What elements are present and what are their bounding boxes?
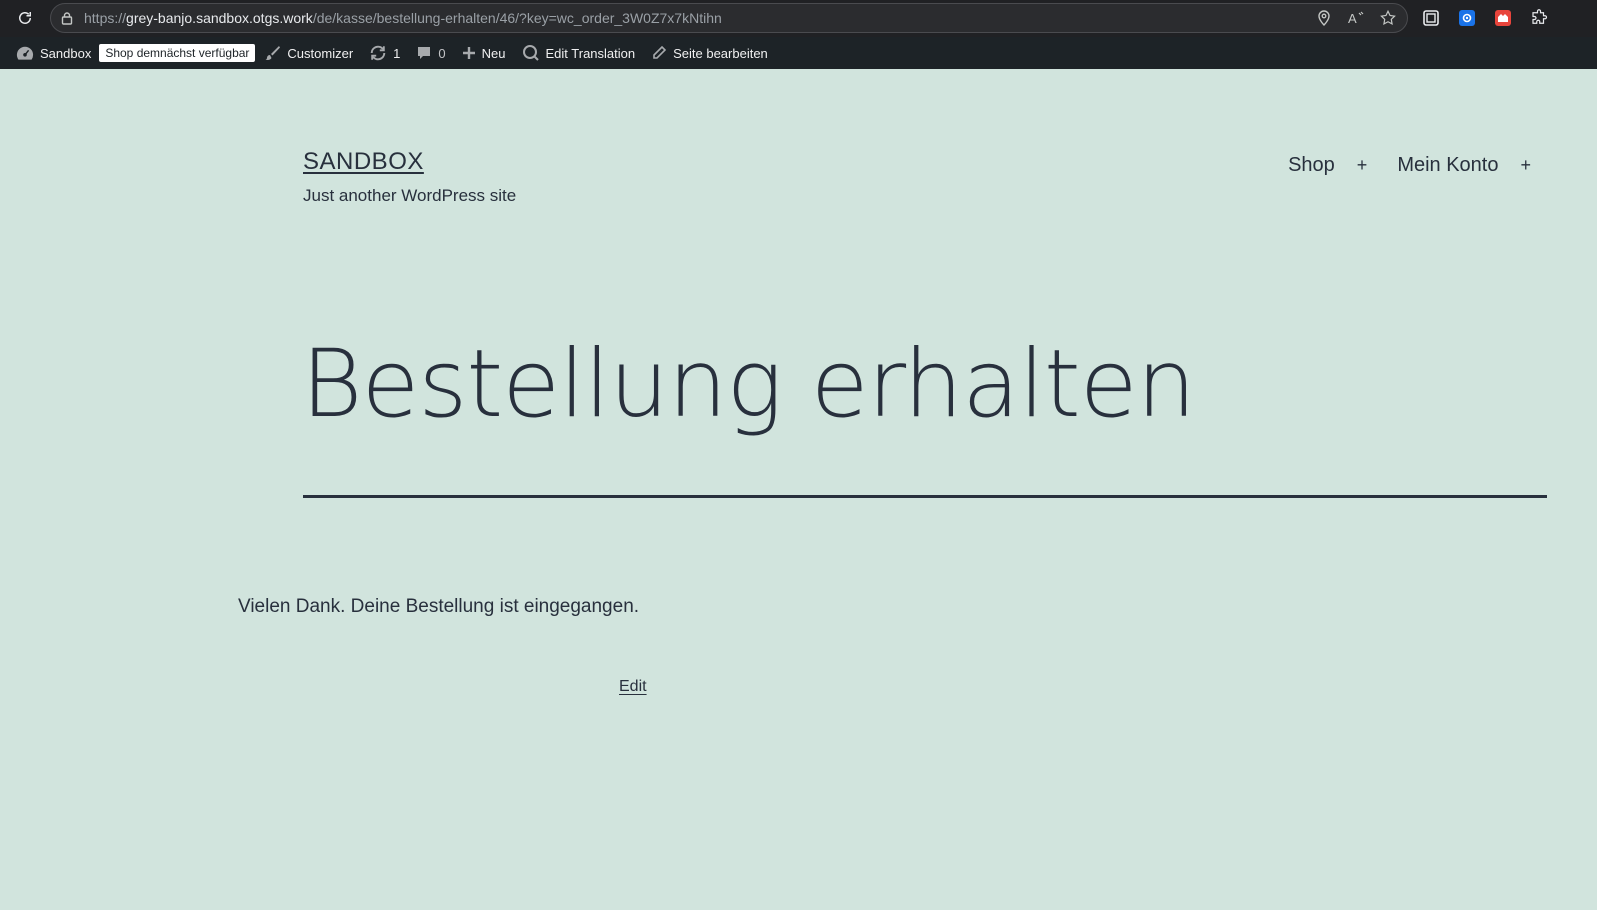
comments-count: 0: [438, 45, 446, 61]
admin-bar-customizer-label: Customizer: [287, 45, 354, 61]
admin-bar-new-label: Neu: [481, 45, 506, 61]
primary-nav: Shop + Mein Konto +: [1288, 154, 1531, 177]
favorite-star-icon[interactable]: [1379, 9, 1397, 27]
url-host: grey-banjo.sandbox.otgs.work: [126, 10, 313, 26]
nav-item-label[interactable]: Mein Konto: [1397, 154, 1498, 177]
plus-icon: [462, 47, 475, 59]
order-received-message: Vielen Dank. Deine Bestellung ist eingeg…: [238, 596, 640, 617]
brush-icon: [265, 46, 281, 60]
read-aloud-icon[interactable]: A: [1347, 9, 1365, 27]
url-scheme: https://: [84, 10, 127, 26]
edit-link[interactable]: Edit: [619, 678, 647, 696]
translation-icon: [522, 45, 539, 61]
admin-bar-new[interactable]: Neu: [454, 37, 514, 69]
admin-bar-customizer[interactable]: Customizer: [255, 37, 361, 69]
updates-count: 1: [393, 45, 401, 61]
nav-item-shop[interactable]: Shop +: [1288, 154, 1397, 177]
admin-bar-edit-page[interactable]: Seite bearbeiten: [643, 37, 776, 69]
svg-text:A: A: [1348, 11, 1357, 26]
site-description: Just another WordPress site: [303, 186, 517, 205]
title-divider: [303, 495, 1547, 498]
admin-bar-updates[interactable]: 1: [361, 37, 408, 69]
extensions-puzzle-icon[interactable]: [1528, 7, 1550, 29]
reload-icon[interactable]: [14, 7, 36, 29]
pencil-icon: [653, 45, 667, 59]
wp-admin-bar: Sandbox Shop demnächst verfügbar Customi…: [0, 37, 1597, 69]
extension-red-icon[interactable]: [1492, 7, 1514, 29]
admin-bar-edit-translation-label: Edit Translation: [545, 45, 636, 61]
browser-toolbar: https://grey-banjo.sandbox.otgs.work/de/…: [0, 0, 1597, 37]
split-screen-icon[interactable]: [1420, 7, 1442, 29]
nav-item-label[interactable]: Shop: [1288, 154, 1335, 177]
address-bar[interactable]: https://grey-banjo.sandbox.otgs.work/de/…: [50, 3, 1408, 33]
admin-bar-edit-page-label: Seite bearbeiten: [673, 45, 768, 61]
location-icon[interactable]: [1315, 9, 1333, 27]
comment-icon: [418, 47, 431, 59]
url-path: /de/kasse/bestellung-erhalten/46/?key=wc…: [312, 10, 722, 26]
updates-icon: [370, 45, 386, 61]
submenu-toggle-icon[interactable]: +: [1357, 155, 1368, 176]
admin-bar-comments[interactable]: 0: [408, 37, 453, 69]
coming-soon-badge[interactable]: Shop demnächst verfügbar: [99, 44, 256, 62]
submenu-toggle-icon[interactable]: +: [1520, 155, 1531, 176]
admin-bar-site-label: Sandbox: [40, 45, 92, 61]
admin-bar-site[interactable]: Sandbox: [0, 37, 99, 69]
page-title: Bestellung erhalten: [301, 330, 1196, 439]
lock-icon[interactable]: [60, 11, 74, 25]
admin-bar-edit-translation[interactable]: Edit Translation: [514, 37, 644, 69]
url-text[interactable]: https://grey-banjo.sandbox.otgs.work/de/…: [84, 10, 722, 26]
site-title[interactable]: SANDBOX: [303, 148, 424, 176]
nav-item-mein-konto[interactable]: Mein Konto +: [1397, 154, 1531, 177]
dashboard-icon: [16, 46, 34, 60]
extension-gear-icon[interactable]: [1456, 7, 1478, 29]
